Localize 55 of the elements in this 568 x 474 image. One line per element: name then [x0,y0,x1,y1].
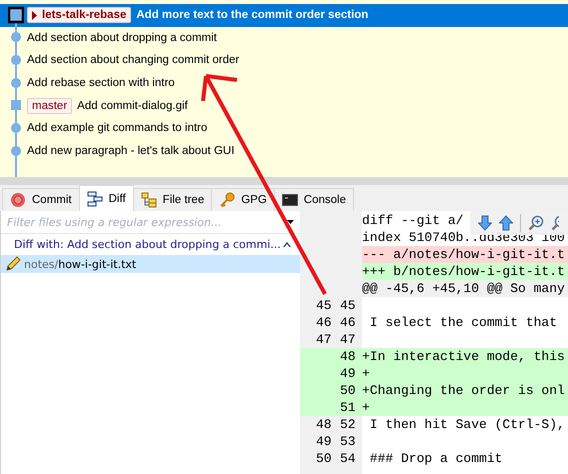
branch-label: lets-talk-rebase [27,7,132,24]
lines-icon [86,190,103,206]
tab[interactable]: Commit [2,188,80,211]
line-number: 49 [340,365,357,382]
code-line: +In interactive mode, this [362,348,566,365]
branch-label: master [27,98,72,114]
line-number: 53 [340,433,357,450]
tab[interactable]: Diff [78,185,134,211]
line-number: 50 [340,382,357,399]
code-line: I select the commit that [368,314,558,331]
code-line: + [362,399,371,416]
file-row[interactable]: notes/how-i-git-it.txt [1,255,300,273]
commit-message: Add example git commands to intro [27,122,208,134]
triangle-icon [32,10,37,20]
zoom-in-icon[interactable] [528,215,544,231]
folders-icon [140,192,157,208]
diff-with-label: Diff with: Add section about dropping a commi... [14,238,281,251]
seal-icon [10,192,26,208]
line-number: 45 [315,297,333,314]
filter-field[interactable]: Filter files using a regular expression... [1,211,300,234]
line-number: 47 [315,331,333,348]
code-line: ### Drop a commit [368,450,504,467]
file-path: notes/how-i-git-it.txt [24,258,136,270]
code-line: +Changing the order is onl [362,382,566,399]
dropdown-arrow-icon[interactable] [287,220,294,224]
line-number: 54 [340,450,357,467]
caret-icon[interactable] [283,242,291,247]
commit-message: Add section about dropping a commit [27,32,217,44]
arrow-up-icon[interactable] [499,215,513,231]
code-line: I then hit Save (Ctrl-S), [368,416,566,433]
line-number: 50 [315,450,333,467]
commit-message: Add new paragraph - let's talk about GUI [27,144,234,157]
commit-message: Add more text to the commit order section [136,9,368,22]
commit-message: Add section about changing commit order [27,54,240,66]
line-number: 47 [340,331,357,348]
commit-message: Add rebase section with intro [27,77,175,90]
code-line: index 510740b..dd3e303 100 [362,229,565,246]
line-number: 45 [340,297,357,314]
line-number: 46 [340,314,357,331]
line-number: 49 [315,433,333,450]
code-line: diff --git a/ [362,212,464,229]
key-icon [219,192,236,208]
line-number: 51 [340,399,357,416]
line-number: 46 [315,314,333,331]
line-number: 48 [340,348,357,365]
commit-message: Add commit-dialog.gif [77,100,188,112]
code-line: + [362,365,371,382]
pencil-icon [5,256,21,272]
arrow-down-icon[interactable] [478,215,492,231]
selected-commit-row[interactable]: lets-talk-rebase Add more text to the commit order section [0,4,568,27]
line-number: 48 [315,416,333,433]
terminal-icon [282,192,298,208]
zoom-out-icon[interactable] [551,215,559,231]
tab[interactable]: Console [274,188,354,211]
line-number: 52 [340,416,357,433]
